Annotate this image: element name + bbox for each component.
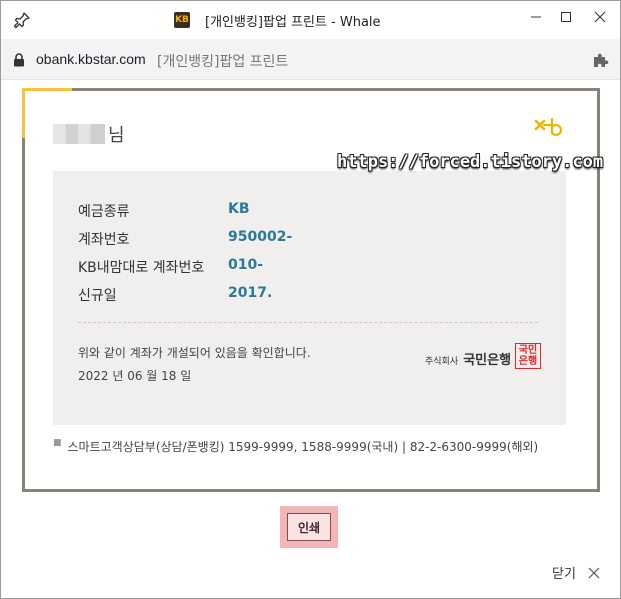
bank-seal: 국민 은행 [515, 343, 541, 369]
close-label[interactable]: 닫기 [552, 563, 576, 582]
info-label: 예금종류 [78, 204, 130, 220]
name-suffix: 님 [108, 125, 125, 146]
contact-text: 스마트고객상담부(상담/폰뱅킹) 1599-9999, 1588-9999(국내… [67, 440, 539, 454]
close-window-button[interactable] [585, 5, 615, 29]
pin-icon[interactable] [13, 11, 31, 29]
url-text[interactable]: obank.kbstar.com [36, 51, 146, 67]
puzzle-icon[interactable] [592, 52, 610, 68]
maximize-button[interactable] [551, 5, 581, 29]
info-label: KB내맘대로 계좌번호 [78, 260, 205, 276]
issue-date: 2022 년 06 월 18 일 [78, 369, 192, 383]
bank-signature: 주식회사 국민은행 [425, 349, 511, 368]
popup-content: 님 예금종류 KB 계좌번호 950002- KB내맘대로 계좌번호 010- … [1, 81, 619, 597]
info-label: 계좌번호 [78, 232, 130, 248]
close-popup-button[interactable]: 닫기 [552, 563, 600, 582]
certificate-frame: 님 예금종류 KB 계좌번호 950002- KB내맘대로 계좌번호 010- … [22, 88, 600, 492]
info-value: 950002- [228, 229, 293, 245]
close-icon [594, 11, 606, 23]
window-title: [개인뱅킹]팝업 프린트 - Whale [205, 14, 381, 30]
close-x-icon[interactable] [588, 567, 600, 579]
account-info-box: 예금종류 KB 계좌번호 950002- KB내맘대로 계좌번호 010- 신규… [53, 171, 566, 425]
info-value: KB [228, 201, 250, 217]
address-bar[interactable]: obank.kbstar.com [개인뱅킹]팝업 프린트 [1, 39, 620, 80]
customer-name-row: 님 [53, 121, 125, 147]
confirmation-text: 위와 같이 계좌가 개설되어 있음을 확인합니다. [78, 346, 311, 360]
customer-name-blurred [53, 124, 105, 144]
print-button-highlight[interactable]: 인쇄 [280, 506, 338, 548]
minimize-icon [531, 16, 541, 18]
info-value: 010- [228, 257, 264, 273]
frame-accent-left [22, 88, 25, 138]
info-label: 신규일 [78, 288, 117, 304]
maximize-icon [561, 12, 571, 22]
dashed-divider [78, 322, 538, 323]
title-bar[interactable]: KB [개인뱅킹]팝업 프린트 - Whale [1, 1, 620, 39]
watermark-text: https://forced.tistory.com [337, 152, 604, 172]
lock-icon[interactable] [13, 53, 25, 67]
minimize-button[interactable] [521, 5, 551, 29]
frame-accent-top [22, 88, 72, 91]
kb-favicon-icon: KB [174, 12, 190, 28]
bullet-icon: ■ [53, 438, 62, 448]
kb-logo-icon [534, 117, 563, 137]
window-title-group: KB [개인뱅킹]팝업 프린트 - Whale [174, 11, 381, 30]
url-page-title: [개인뱅킹]팝업 프린트 [157, 54, 289, 70]
print-button[interactable]: 인쇄 [287, 513, 331, 541]
info-value: 2017. [228, 285, 273, 301]
bank-prefix: 주식회사 [425, 357, 459, 367]
bank-name: 국민은행 [463, 353, 512, 368]
contact-info: ■ 스마트고객상담부(상담/폰뱅킹) 1599-9999, 1588-9999(국… [53, 438, 538, 455]
